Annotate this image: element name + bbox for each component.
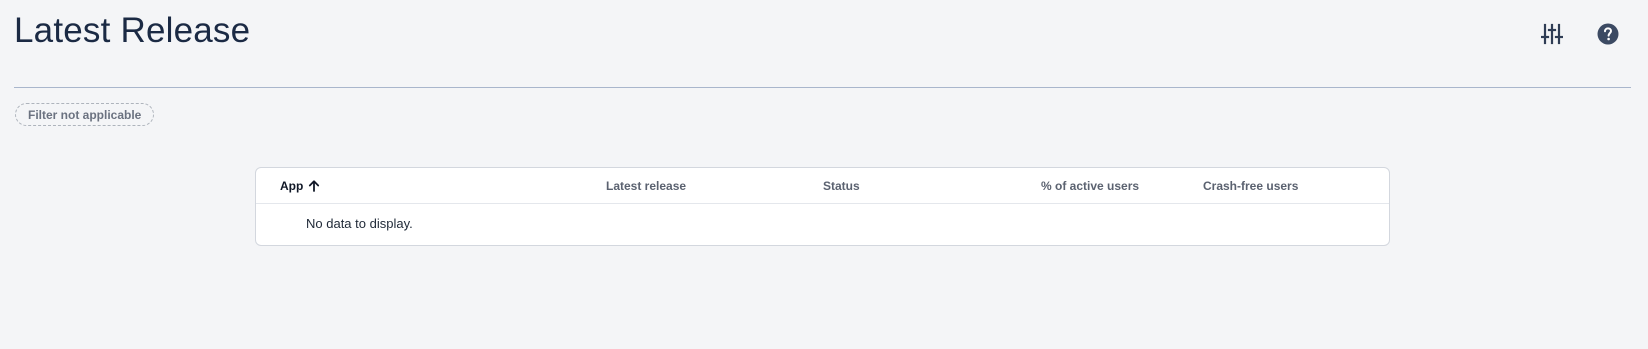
table-header: App Latest release Status % of active us…: [256, 168, 1389, 204]
tune-sliders-icon: [1540, 23, 1564, 50]
customize-button[interactable]: [1532, 16, 1572, 56]
filter-chip: Filter not applicable: [15, 103, 155, 126]
column-header-crash-free-users[interactable]: Crash-free users: [1203, 168, 1298, 203]
page-title: Latest Release: [14, 11, 251, 50]
releases-table: App Latest release Status % of active us…: [255, 167, 1390, 246]
column-header-app[interactable]: App: [280, 168, 320, 203]
column-header-latest-release[interactable]: Latest release: [606, 168, 686, 203]
empty-state-row: No data to display.: [256, 204, 1389, 246]
header-actions: [1532, 16, 1628, 56]
column-header-active-users[interactable]: % of active users: [1041, 168, 1139, 203]
empty-state-message: No data to display.: [306, 216, 413, 231]
help-icon: [1597, 23, 1619, 50]
column-header-app-label: App: [280, 178, 304, 193]
help-button[interactable]: [1588, 16, 1628, 56]
arrow-up-icon: [308, 179, 320, 192]
header-divider: [14, 87, 1631, 88]
column-header-status[interactable]: Status: [823, 168, 860, 203]
